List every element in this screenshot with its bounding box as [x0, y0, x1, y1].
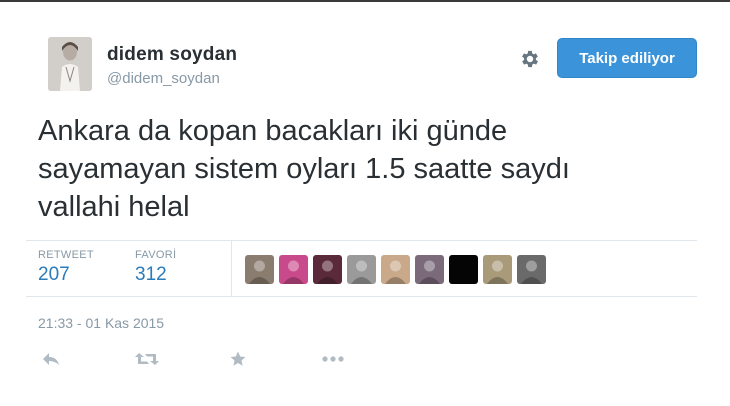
favorite-label: FAVORİ — [135, 249, 177, 261]
user-avatar-2[interactable] — [279, 255, 308, 284]
retweet-stat[interactable]: RETWEET 207 — [38, 249, 94, 286]
star-icon[interactable] — [225, 346, 251, 372]
tweet-stats: RETWEET 207 FAVORİ 312 — [26, 240, 697, 297]
user-display-name[interactable]: didem soydan — [107, 44, 237, 66]
favorite-stat[interactable]: FAVORİ 312 — [135, 249, 176, 286]
tweet-text: Ankara da kopan bacakları iki günde saya… — [38, 112, 698, 226]
profile-photo-icon — [48, 37, 92, 91]
gear-icon[interactable] — [517, 46, 543, 72]
profile-avatar[interactable] — [48, 37, 92, 91]
tweet-text-line: Ankara da kopan bacakları iki günde — [38, 115, 508, 147]
tweet-text-line: vallahi helal — [38, 191, 190, 223]
retweet-label: RETWEET — [38, 249, 94, 261]
stats-divider — [231, 241, 232, 296]
user-avatar-8[interactable] — [483, 255, 512, 284]
retweet-count: 207 — [38, 264, 70, 285]
user-avatar-9[interactable] — [517, 255, 546, 284]
user-avatar-7[interactable] — [449, 255, 478, 284]
favorite-count: 312 — [135, 264, 167, 285]
user-avatar-6[interactable] — [415, 255, 444, 284]
favoriters-avatars — [245, 255, 546, 284]
tweet-text-line: sayamayan sistem oyları 1.5 saatte saydı — [38, 153, 570, 185]
tweet-card: didem soydan @didem_soydan Takip ediliyo… — [0, 0, 730, 406]
tweet-timestamp[interactable]: 21:33 - 01 Kas 2015 — [38, 315, 164, 331]
user-avatar-4[interactable] — [347, 255, 376, 284]
following-button[interactable]: Takip ediliyor — [557, 38, 697, 78]
retweet-icon[interactable] — [134, 346, 160, 372]
user-avatar-5[interactable] — [381, 255, 410, 284]
reply-icon[interactable] — [38, 346, 64, 372]
user-screen-name[interactable]: @didem_soydan — [107, 70, 220, 87]
user-avatar-1[interactable] — [245, 255, 274, 284]
more-dots-icon[interactable] — [320, 346, 346, 372]
user-avatar-3[interactable] — [313, 255, 342, 284]
